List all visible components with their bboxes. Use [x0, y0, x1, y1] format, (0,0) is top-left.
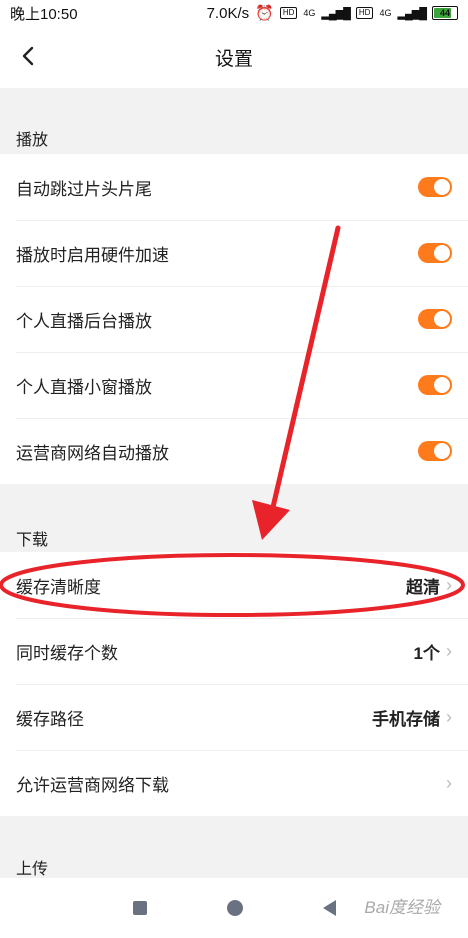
toggle-switch[interactable] — [418, 309, 452, 329]
section-title-download: 下载 — [16, 532, 49, 549]
status-time: 晚上10:50 — [10, 5, 78, 23]
signal-icon-1: ▂▄▆█ — [321, 7, 350, 20]
setting-label: 运营商网络自动播放 — [16, 443, 169, 463]
setting-value: 超清 — [406, 577, 440, 597]
toggle-switch[interactable] — [418, 177, 452, 197]
setting-row-pip[interactable]: 个人直播小窗播放 — [0, 352, 468, 418]
setting-value: 手机存储 — [372, 709, 440, 729]
setting-label: 个人直播后台播放 — [16, 311, 152, 331]
setting-row-bg-play[interactable]: 个人直播后台播放 — [0, 286, 468, 352]
chevron-right-icon: › — [446, 640, 452, 661]
watermark: Bai度经验 — [364, 898, 440, 917]
setting-label: 播放时启用硬件加速 — [16, 245, 169, 265]
battery-icon: 44 — [432, 6, 458, 20]
status-bar: 晚上10:50 7.0K/s ⏰ HD 4G ▂▄▆█ HD 4G ▂▄▆█ 4… — [0, 0, 468, 26]
chevron-right-icon: › — [446, 574, 452, 595]
battery-level: 44 — [439, 8, 450, 18]
signal-icon-2: ▂▄▆█ — [397, 7, 426, 20]
home-button[interactable] — [226, 900, 243, 916]
hd-badge-2: HD — [355, 7, 374, 19]
setting-label: 自动跳过片头片尾 — [16, 179, 152, 199]
download-settings-group: 缓存清晰度 超清 › 同时缓存个数 1个 › 缓存路径 手机存储 › 允许运营商… — [0, 552, 468, 816]
network-type-1: 4G — [303, 8, 316, 18]
toggle-switch[interactable] — [418, 441, 452, 461]
section-title-playback: 播放 — [16, 132, 49, 149]
setting-label: 允许运营商网络下载 — [16, 775, 169, 795]
back-button[interactable] — [322, 900, 336, 916]
section-title-upload: 上传 — [16, 861, 49, 878]
setting-row-cellular-download[interactable]: 允许运营商网络下载 › — [0, 750, 468, 816]
network-type-2: 4G — [379, 8, 392, 18]
setting-label: 同时缓存个数 — [16, 643, 118, 663]
playback-settings-group: 自动跳过片头片尾 播放时启用硬件加速 个人直播后台播放 个人直播小窗播放 运营商… — [0, 154, 468, 484]
setting-row-hw-accel[interactable]: 播放时启用硬件加速 — [0, 220, 468, 286]
alarm-icon: ⏰ — [255, 5, 274, 22]
chevron-right-icon: › — [446, 706, 452, 727]
setting-label: 缓存路径 — [16, 709, 84, 729]
annotation-arrowhead — [252, 500, 290, 540]
setting-row-cache-path[interactable]: 缓存路径 手机存储 › — [0, 684, 468, 750]
recents-button[interactable] — [132, 901, 147, 915]
toggle-switch[interactable] — [418, 243, 452, 263]
network-speed: 7.0K/s — [206, 4, 250, 22]
setting-label: 缓存清晰度 — [16, 577, 101, 597]
chevron-right-icon: › — [446, 772, 452, 793]
page-title: 设置 — [214, 48, 253, 70]
toggle-switch[interactable] — [418, 375, 452, 395]
back-arrow-icon[interactable] — [18, 45, 40, 67]
setting-row-cache-count[interactable]: 同时缓存个数 1个 › — [0, 618, 468, 684]
setting-value: 1个 — [413, 643, 440, 663]
header-bar: 设置 — [0, 26, 468, 88]
setting-label: 个人直播小窗播放 — [16, 377, 152, 397]
setting-row-cellular-autoplay[interactable]: 运营商网络自动播放 — [0, 418, 468, 484]
setting-row-skip-intro[interactable]: 自动跳过片头片尾 — [0, 154, 468, 220]
setting-row-cache-quality[interactable]: 缓存清晰度 超清 › — [0, 552, 468, 618]
hd-badge-1: HD — [279, 7, 298, 19]
status-indicators: 7.0K/s ⏰ HD 4G ▂▄▆█ HD 4G ▂▄▆█ 44 — [207, 4, 458, 22]
